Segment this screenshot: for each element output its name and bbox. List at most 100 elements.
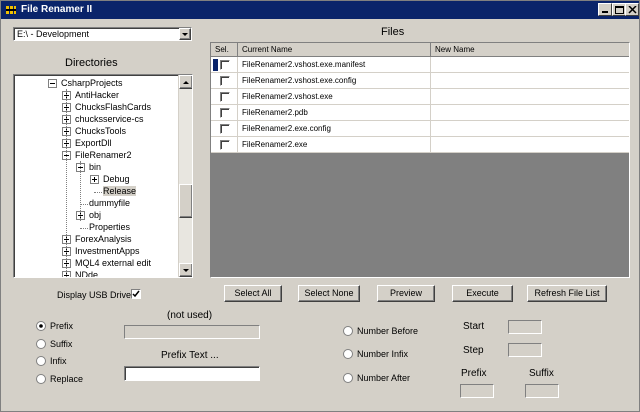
usb-drives-checkbox[interactable] (131, 289, 141, 299)
tree-item[interactable]: bin (14, 162, 178, 174)
tree-item[interactable]: FileRenamer2 (14, 150, 178, 162)
column-header-current-name[interactable]: Current Name (238, 43, 431, 57)
current-name-cell[interactable]: FileRenamer2.pdb (238, 105, 431, 121)
new-name-cell[interactable] (431, 57, 629, 73)
table-row[interactable]: FileRenamer2.vshost.exe.manifest (211, 57, 629, 73)
new-name-cell[interactable] (431, 105, 629, 121)
tree-scrollbar[interactable] (178, 75, 192, 277)
sel-cell[interactable] (211, 73, 238, 89)
tree-item-label: obj (89, 210, 102, 220)
tree-item[interactable]: Properties (14, 222, 178, 234)
tree-item[interactable]: ChucksFlashCards (14, 102, 178, 114)
scroll-up-button[interactable] (179, 75, 192, 89)
new-name-cell[interactable] (431, 89, 629, 105)
tree-item[interactable]: Release (14, 186, 178, 198)
table-row[interactable]: FileRenamer2.exe.config (211, 121, 629, 137)
current-name-cell[interactable]: FileRenamer2.vshost.exe.config (238, 73, 431, 89)
tree-item[interactable]: InvestmentApps (14, 246, 178, 258)
window-title: File Renamer II (21, 4, 93, 15)
preview-button[interactable]: Preview (377, 285, 435, 302)
current-name-cell[interactable]: FileRenamer2.exe (238, 137, 431, 153)
directories-heading: Directories (65, 57, 118, 69)
tree-item-label: chucksservice-cs (75, 114, 144, 124)
sel-cell[interactable] (211, 137, 238, 153)
mode-radio-suffix-label: Suffix (50, 339, 73, 349)
files-grid[interactable]: Sel. Current Name New Name FileRenamer2.… (210, 42, 630, 278)
title-bar[interactable]: File Renamer II (1, 1, 639, 19)
row-select-checkbox[interactable] (220, 76, 230, 86)
table-row[interactable]: FileRenamer2.pdb (211, 105, 629, 121)
tree-item[interactable]: AntiHacker (14, 90, 178, 102)
sel-cell[interactable] (211, 57, 238, 73)
tree-item[interactable]: ChucksTools (14, 126, 178, 138)
directory-tree[interactable]: CsharpProjects AntiHacker ChucksFlashCards… (13, 74, 193, 278)
drive-select[interactable]: E:\ - Development (13, 27, 192, 41)
drive-dropdown-button[interactable] (179, 28, 191, 40)
maximize-button[interactable] (612, 3, 626, 16)
tree-item[interactable]: CsharpProjects (14, 78, 178, 90)
tree-item[interactable]: Debug (14, 174, 178, 186)
close-button[interactable] (625, 3, 639, 16)
radio-unchecked-icon (343, 326, 353, 336)
current-name-cell[interactable]: FileRenamer2.exe.config (238, 121, 431, 137)
close-icon (628, 6, 637, 14)
collapse-icon[interactable] (48, 79, 57, 88)
arrow-up-icon (183, 81, 189, 84)
select-none-button[interactable]: Select None (298, 285, 360, 302)
column-header-sel[interactable]: Sel. (211, 43, 238, 57)
tree-item-label: InvestmentApps (75, 246, 140, 256)
mode-radio-suffix[interactable] (36, 339, 46, 349)
tree-item[interactable]: ForexAnalysis (14, 234, 178, 246)
row-select-checkbox[interactable] (220, 140, 230, 150)
numbering-radio-2-label: Number After (357, 373, 411, 383)
row-select-checkbox[interactable] (220, 92, 230, 102)
current-name-cell[interactable]: FileRenamer2.vshost.exe.manifest (238, 57, 431, 73)
row-select-checkbox[interactable] (220, 124, 230, 134)
execute-button[interactable]: Execute (452, 285, 513, 302)
mode-radio-infix[interactable] (36, 356, 46, 366)
tree-item[interactable]: obj (14, 210, 178, 222)
sel-cell[interactable] (211, 121, 238, 137)
mode-radio-prefix[interactable] (36, 321, 46, 331)
tree-item[interactable]: chucksservice-cs (14, 114, 178, 126)
current-name-cell[interactable]: FileRenamer2.vshost.exe (238, 89, 431, 105)
sel-cell[interactable] (211, 89, 238, 105)
tree-item-label: ForexAnalysis (75, 234, 132, 244)
start-label: Start (463, 321, 485, 332)
new-name-cell[interactable] (431, 137, 629, 153)
usb-drives-label: Display USB Drives (57, 290, 136, 300)
tree-item[interactable]: dummyfile (14, 198, 178, 210)
expand-icon[interactable] (90, 175, 99, 184)
tree-item-label: dummyfile (89, 198, 131, 208)
tree-item[interactable]: NDde (14, 270, 178, 277)
sel-cell[interactable] (211, 105, 238, 121)
new-name-cell[interactable] (431, 73, 629, 89)
files-heading: Files (381, 26, 405, 38)
prefix-text-input[interactable] (124, 366, 260, 381)
drive-select-value: E:\ - Development (17, 29, 90, 39)
radio-unchecked-icon (36, 374, 46, 384)
table-row[interactable]: FileRenamer2.vshost.exe (211, 89, 629, 105)
tree-item[interactable]: ExportDll (14, 138, 178, 150)
numbering-radio-2[interactable] (343, 373, 353, 383)
tree-item[interactable]: MQL4 external edit (14, 258, 178, 270)
tree-item-label: bin (89, 162, 102, 172)
minimize-button[interactable] (598, 3, 612, 16)
row-select-checkbox[interactable] (220, 60, 230, 70)
start-field (508, 320, 542, 334)
table-row[interactable]: FileRenamer2.exe (211, 137, 629, 153)
table-row[interactable]: FileRenamer2.vshost.exe.config (211, 73, 629, 89)
numbering-radio-0[interactable] (343, 326, 353, 336)
numbering-radio-1[interactable] (343, 349, 353, 359)
row-select-checkbox[interactable] (220, 108, 230, 118)
radio-unchecked-icon (343, 373, 353, 383)
mode-radio-prefix-label: Prefix (50, 321, 74, 331)
refresh-file-list-button[interactable]: Refresh File List (527, 285, 607, 302)
scroll-down-button[interactable] (179, 263, 192, 277)
tree-item-label: ChucksTools (75, 126, 127, 136)
mode-radio-replace[interactable] (36, 374, 46, 384)
select-all-button[interactable]: Select All (224, 285, 282, 302)
new-name-cell[interactable] (431, 121, 629, 137)
column-header-new-name[interactable]: New Name (431, 43, 629, 57)
scroll-thumb[interactable] (179, 184, 192, 218)
